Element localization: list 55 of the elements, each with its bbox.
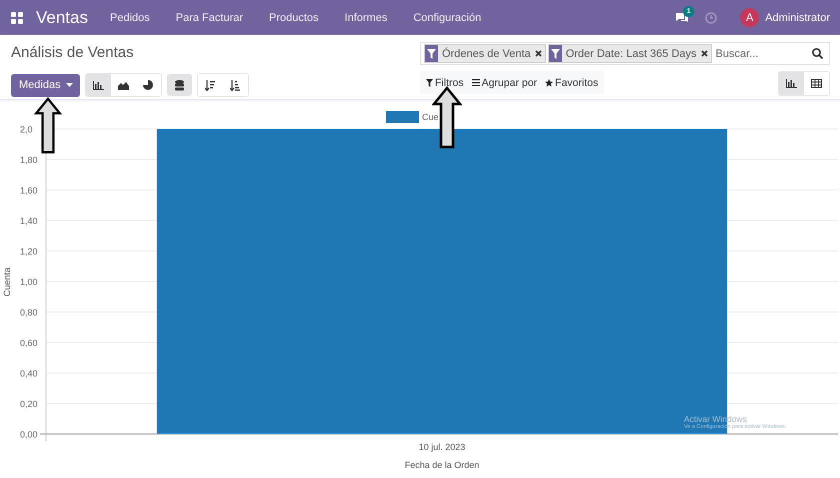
x-tick-label: 10 jul. 2023 (418, 442, 466, 452)
search-facet: Órdenes de Venta (441, 48, 532, 60)
area-chart-icon (118, 80, 129, 90)
chat-icon[interactable] (675, 12, 690, 24)
menu-item[interactable]: Configuración (413, 12, 482, 24)
y-tick-label: 1,20 (20, 246, 38, 256)
sort-icon (230, 80, 240, 90)
y-tick-label: 0,40 (20, 368, 38, 378)
bar-chart-icon (786, 79, 797, 88)
menu-item[interactable]: Informes (344, 12, 388, 24)
pie-chart-icon (143, 80, 154, 90)
search-field[interactable]: Buscar... (714, 48, 812, 60)
y-tick-label: 1,40 (20, 216, 38, 226)
search-icon[interactable] (812, 48, 823, 59)
y-tick-label: 1,80 (20, 155, 38, 165)
list-icon (472, 79, 480, 86)
y-tick-label: 1,60 (20, 186, 38, 196)
up-arrow-icon (33, 97, 63, 154)
menu-item[interactable]: Productos (269, 12, 319, 24)
star-menu[interactable]: Favoritos (545, 76, 598, 88)
close-icon[interactable] (534, 50, 542, 57)
y-tick-label: 0,60 (20, 338, 38, 348)
bar-chart-icon (92, 80, 104, 90)
legend-swatch[interactable] (386, 111, 419, 123)
app-name[interactable]: Ventas (36, 8, 88, 28)
sort-icon (205, 80, 216, 90)
y-tick-label: 0,80 (20, 308, 38, 318)
bar-chart-button[interactable] (86, 74, 111, 96)
apps-menu-icon[interactable] (11, 12, 23, 24)
search-facet: Order Date: Last 365 Days (564, 48, 698, 60)
user-avatar[interactable]: A (740, 8, 760, 27)
menu-item[interactable]: Para Facturar (176, 12, 244, 24)
filter-icon (426, 78, 433, 86)
caret-icon (66, 83, 73, 87)
table-icon (811, 79, 822, 88)
group-menu[interactable]: Agrupar por (472, 76, 538, 88)
y-axis-title: Cuenta (2, 267, 12, 297)
filter-menu[interactable]: Filtros (426, 76, 464, 88)
menu-item[interactable]: Pedidos (110, 12, 150, 24)
x-axis-title: Fecha de la Orden (404, 460, 480, 470)
legend-label[interactable]: Cue (422, 112, 439, 122)
star-icon (545, 78, 554, 86)
filter-icon (427, 48, 436, 58)
stacked-button[interactable] (166, 74, 192, 96)
filter-icon (550, 48, 560, 58)
y-tick-label: 0,20 (20, 399, 38, 409)
close-icon[interactable] (700, 50, 708, 57)
y-tick-label: 2,0 (20, 124, 33, 134)
page-title: Análisis de Ventas (11, 44, 135, 63)
database-icon (174, 80, 184, 90)
y-tick-label: 1,00 (20, 277, 38, 287)
measures-button[interactable]: Medidas (11, 74, 80, 96)
y-tick-label: 0,00 (20, 430, 38, 440)
graph-view-button[interactable] (779, 72, 804, 95)
user-name[interactable]: Administrator (765, 12, 830, 24)
